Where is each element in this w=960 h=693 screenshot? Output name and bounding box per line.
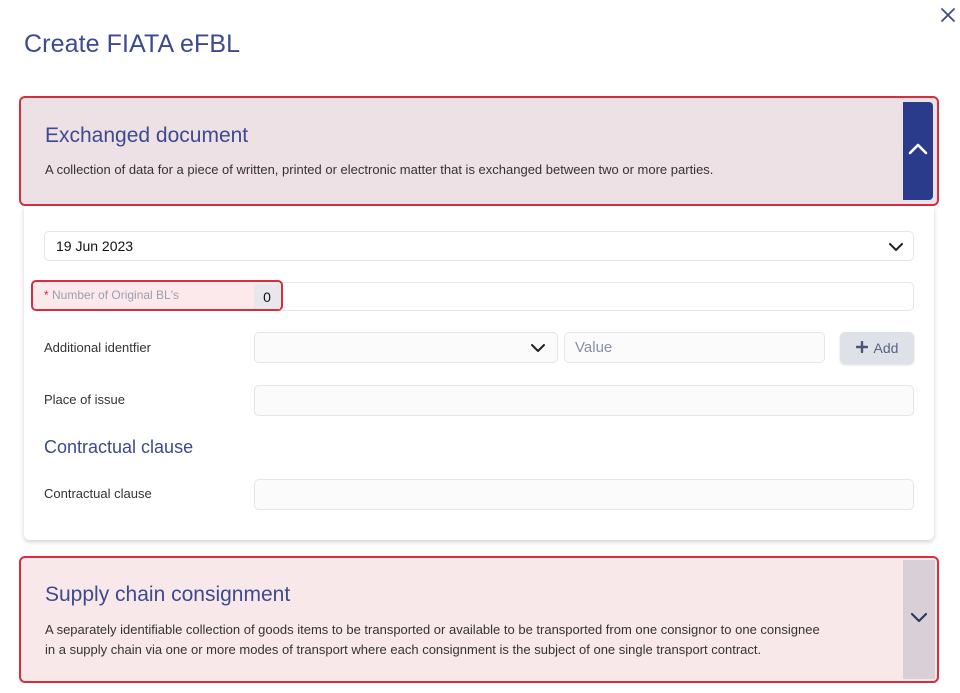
- contractual-clause-label: Contractual clause: [44, 486, 152, 501]
- close-icon[interactable]: [938, 5, 958, 25]
- additional-identifier-value-input[interactable]: Value: [564, 332, 825, 363]
- chevron-down-icon: [529, 339, 547, 362]
- additional-identifier-label: Additional identfier: [44, 340, 151, 355]
- collapse-section-button[interactable]: [903, 102, 933, 200]
- exchanged-document-title: Exchanged document: [45, 124, 249, 147]
- exchanged-document-description: A collection of data for a piece of writ…: [45, 162, 714, 177]
- create-efbl-dialog: Create FIATA eFBL Exchanged document A c…: [0, 0, 960, 693]
- issue-date-select[interactable]: 19 Jun 2023: [44, 231, 914, 261]
- number-of-original-bls-value[interactable]: 0: [254, 284, 280, 309]
- chevron-down-icon: [887, 238, 905, 259]
- contractual-clause-heading: Contractual clause: [44, 437, 194, 457]
- number-of-original-bls-field[interactable]: [254, 282, 914, 311]
- contractual-clause-input[interactable]: [254, 479, 914, 510]
- supply-chain-consignment-description: A separately identifiable collection of …: [45, 622, 820, 657]
- place-of-issue-input[interactable]: [254, 385, 914, 416]
- add-button-label: Add: [873, 340, 899, 356]
- page-title: Create FIATA eFBL: [24, 30, 241, 58]
- supply-chain-consignment-title: Supply chain consignment: [45, 583, 291, 606]
- add-identifier-button[interactable]: Add: [840, 332, 914, 364]
- chevron-down-icon: [909, 610, 929, 629]
- chevron-up-icon: [908, 142, 928, 161]
- expand-section-button[interactable]: [903, 560, 935, 679]
- number-of-original-bls-label: * Number of Original BL's: [44, 288, 180, 302]
- additional-identifier-type-select[interactable]: [254, 332, 558, 363]
- supply-chain-consignment-section[interactable]: Supply chain consignment A separately id…: [19, 556, 939, 683]
- issue-date-value: 19 Jun 2023: [56, 238, 134, 254]
- place-of-issue-label: Place of issue: [44, 392, 125, 407]
- exchanged-document-section[interactable]: Exchanged document A collection of data …: [19, 96, 939, 206]
- plus-icon: [855, 340, 868, 356]
